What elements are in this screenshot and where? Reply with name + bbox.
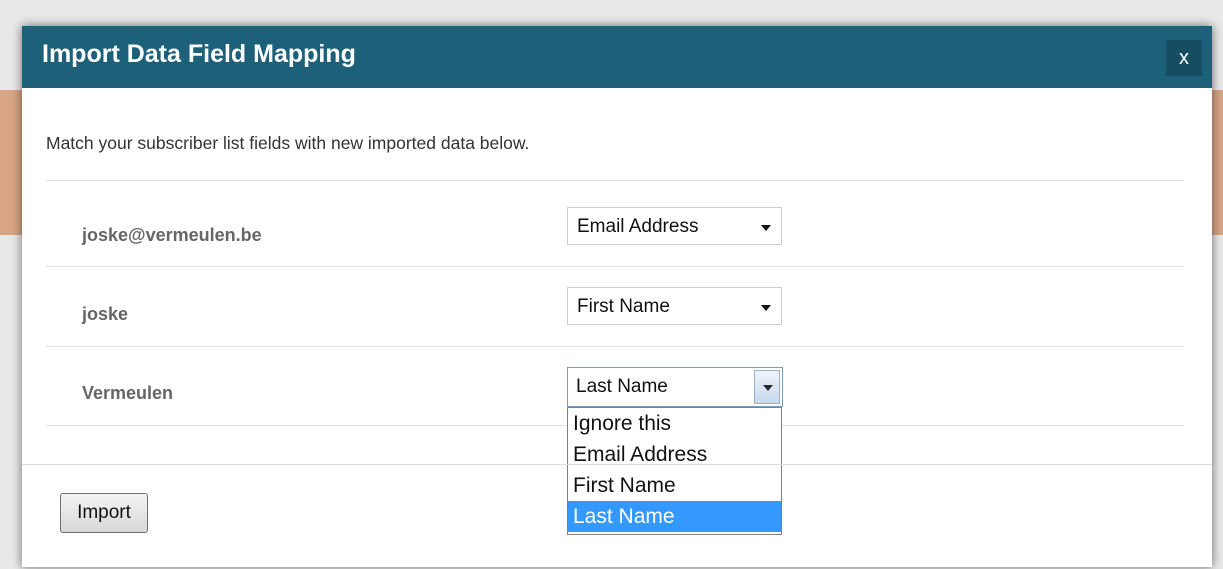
dialog-title: Import Data Field Mapping (42, 40, 356, 68)
chevron-down-icon (763, 385, 773, 391)
caret-down-icon (761, 305, 771, 311)
import-button[interactable]: Import (60, 493, 148, 533)
dropdown-options-list: Ignore this Email Address First Name Las… (567, 407, 782, 535)
dialog-header: Import Data Field Mapping x (22, 26, 1212, 88)
select-value: Email Address (577, 216, 699, 237)
divider (46, 266, 1184, 267)
close-label: x (1179, 47, 1189, 69)
intro-text: Match your subscriber list fields with n… (46, 133, 530, 153)
caret-down-icon (761, 225, 771, 231)
dropdown-option[interactable]: Email Address (568, 439, 781, 470)
field-label-email: joske@vermeulen.be (82, 225, 262, 245)
field-label-last-name: Vermeulen (82, 383, 174, 403)
field-label-first-name: joske (82, 304, 129, 324)
dropdown-option[interactable]: First Name (568, 470, 781, 501)
field-select-last-name[interactable]: Last Name (567, 367, 783, 407)
field-select-first-name[interactable]: First Name (567, 287, 782, 325)
dropdown-option-selected[interactable]: Last Name (568, 501, 781, 532)
import-mapping-dialog: Import Data Field Mapping x Match your s… (22, 26, 1212, 567)
dropdown-option[interactable]: Ignore this (568, 408, 781, 439)
footer-divider (22, 464, 1212, 465)
field-select-email[interactable]: Email Address (567, 207, 782, 245)
close-button[interactable]: x (1166, 40, 1202, 76)
select-value: Last Name (576, 376, 668, 397)
divider (46, 346, 1184, 347)
divider (46, 180, 1184, 181)
select-value: First Name (577, 296, 670, 317)
dropdown-toggle-button[interactable] (754, 370, 780, 404)
